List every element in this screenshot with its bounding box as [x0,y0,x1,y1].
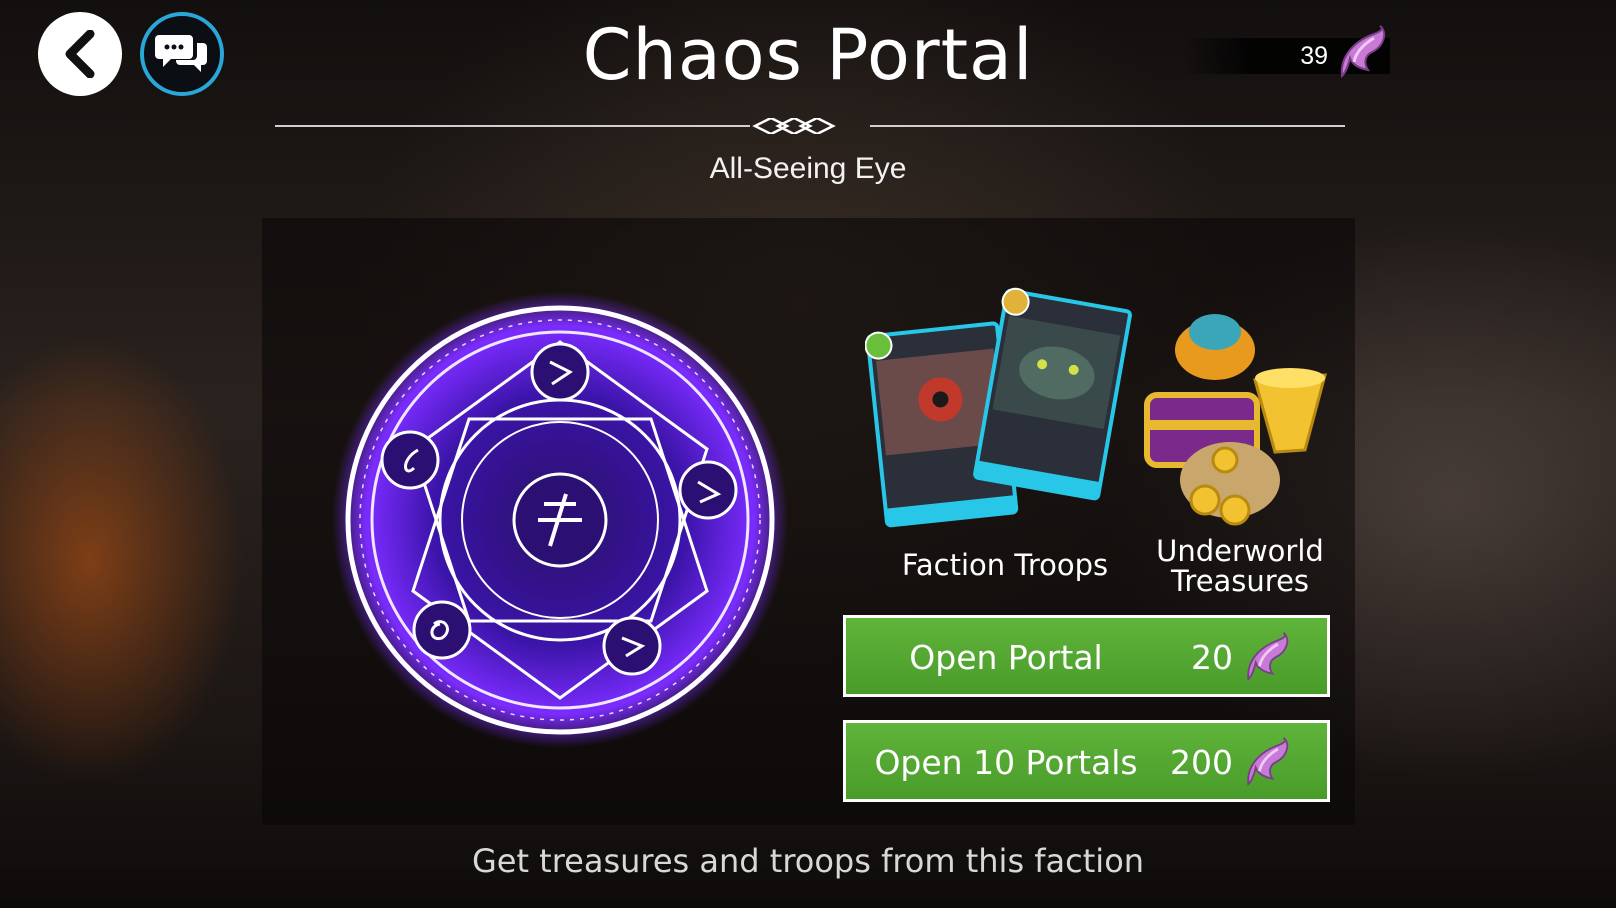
soul-gem-icon [1340,25,1386,79]
troop-cards-icon [865,287,1132,528]
open-10-portals-label: Open 10 Portals [874,743,1138,782]
treasure-pile-icon [1144,314,1327,526]
soul-gem-icon [1247,632,1289,682]
faction-name: All-Seeing Eye [709,152,907,185]
open-portal-button[interactable]: Open Portal 20 [843,615,1330,697]
currency-value: 39 [1300,42,1328,70]
open-10-portals-button[interactable]: Open 10 Portals 200 [843,720,1330,802]
open-portal-label: Open Portal [909,638,1103,677]
open-portal-cost: 20 [1191,638,1233,677]
open-10-portals-cost: 200 [1170,743,1233,782]
reward-label-troops: Faction Troops [901,548,1109,582]
footer-hint: Get treasures and troops from this facti… [471,842,1145,880]
portal-circle-icon[interactable] [330,290,790,750]
currency-display: 39 [1180,25,1390,79]
reward-label-treasures: Underworld Treasures [1156,534,1324,598]
soul-gem-icon [1247,737,1289,787]
title-divider [275,118,1345,134]
